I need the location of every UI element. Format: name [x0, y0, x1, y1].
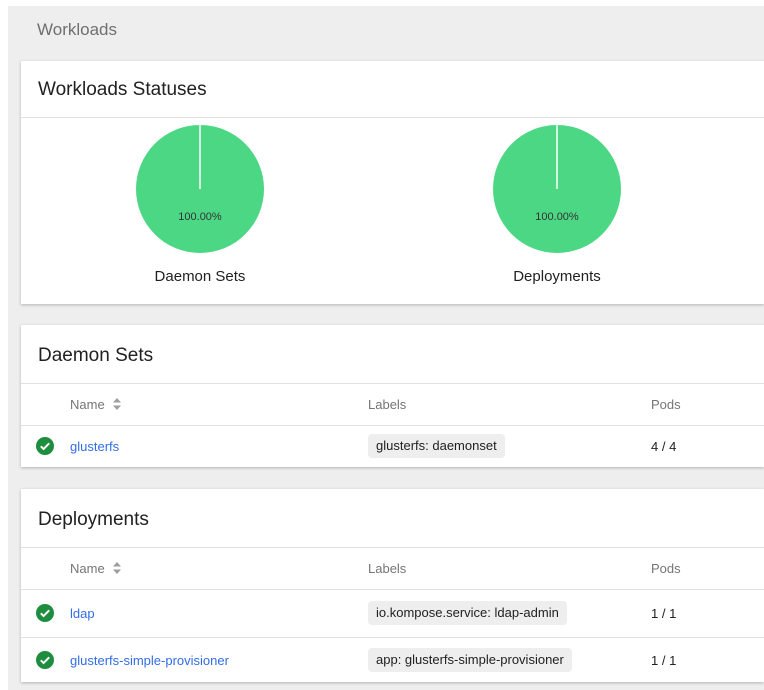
sort-icon [112, 562, 122, 577]
deployments-header-divider [21, 547, 764, 548]
daemon-sets-pie-label: 100.00% [178, 211, 222, 223]
deployments-row-divider [21, 637, 764, 638]
daemon-sets-labels-column-header: Labels [368, 397, 407, 412]
name-header-label: Name [70, 561, 105, 576]
deployments-pie-caption: Deployments [513, 268, 601, 285]
deployments-labels-column-header: Labels [368, 561, 407, 576]
label-chip: app: glusterfs-simple-provisioner [368, 648, 572, 672]
check-circle-icon [36, 437, 54, 455]
deployment-name-link[interactable]: glusterfs-simple-provisioner [70, 653, 229, 668]
statuses-card-title: Workloads Statuses [38, 79, 207, 100]
name-header-label: Name [70, 397, 105, 412]
deployments-pie-chart: 100.00% [492, 124, 622, 254]
deployments-pods-column-header: Pods [651, 561, 681, 576]
daemon-sets-header-divider [21, 383, 764, 384]
deployments-title: Deployments [38, 509, 149, 530]
statuses-divider [21, 117, 764, 118]
daemon-sets-pods-column-header: Pods [651, 397, 681, 412]
pods-count: 1 / 1 [651, 606, 677, 621]
daemon-set-name-link[interactable]: glusterfs [70, 439, 119, 454]
deployment-name-link[interactable]: ldap [70, 606, 95, 621]
workloads-statuses-card: Workloads Statuses 100.00% Daemon Sets 1… [21, 61, 764, 304]
sort-icon [112, 398, 122, 413]
daemon-sets-card: Daemon Sets Name Labels Pods glusterfs g… [21, 325, 764, 467]
page-title: Workloads [37, 20, 117, 39]
deployments-card: Deployments Name Labels Pods ldap io.kom… [21, 489, 764, 682]
daemon-sets-pie-caption: Daemon Sets [154, 268, 246, 285]
label-chip: glusterfs: daemonset [368, 434, 505, 458]
check-circle-icon [36, 604, 54, 622]
daemon-sets-row-divider [21, 425, 764, 426]
pods-count: 1 / 1 [651, 653, 677, 668]
deployments-pie-label: 100.00% [535, 211, 579, 223]
check-circle-icon [36, 651, 54, 669]
daemon-sets-pie-chart: 100.00% [135, 124, 265, 254]
label-chip: io.kompose.service: ldap-admin [368, 601, 567, 625]
daemon-sets-name-column-header[interactable]: Name [70, 397, 122, 413]
daemon-sets-title: Daemon Sets [38, 345, 154, 366]
pods-count: 4 / 4 [651, 439, 677, 454]
deployments-name-column-header[interactable]: Name [70, 561, 122, 577]
deployments-row-divider [21, 589, 764, 590]
